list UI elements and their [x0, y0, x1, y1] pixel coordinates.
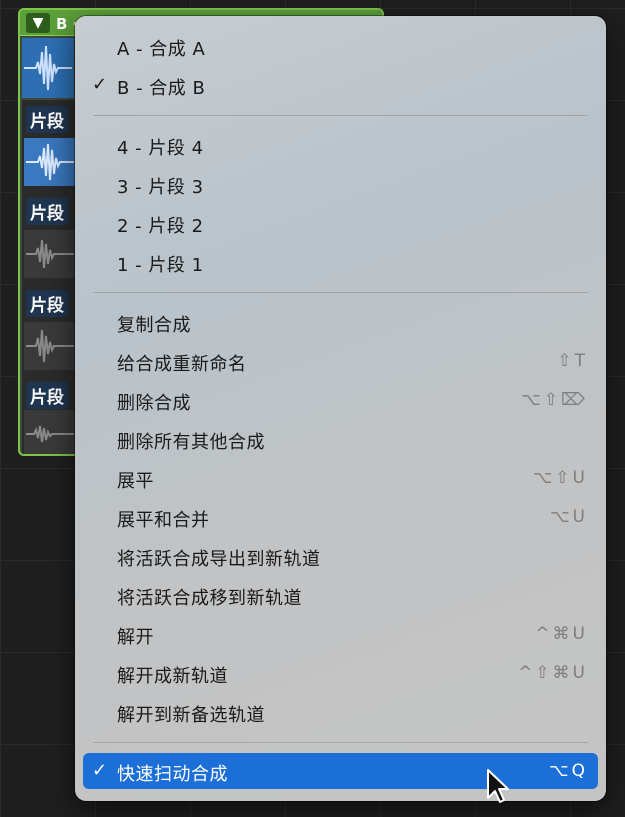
menu-item-label: 1 - 片段 1: [117, 255, 204, 276]
menu-item-unpack-new-tracks[interactable]: 解开成新轨道 ^⇧⌘U: [83, 655, 598, 691]
menu-item-label: 给合成重新命名: [117, 354, 247, 375]
menu-shortcut: ^⇧⌘U: [518, 663, 588, 683]
waveform-icon: [26, 329, 74, 363]
menu-item-duplicate-comp[interactable]: 复制合成: [83, 304, 598, 340]
menu-item-quick-swipe-comping[interactable]: ✓ 快速扫动合成 ⌥Q: [83, 753, 598, 789]
menu-shortcut: ⌥U: [549, 507, 588, 527]
menu-separator: [93, 292, 588, 293]
menu-item-label: 复制合成: [117, 315, 191, 336]
waveform-icon: [26, 425, 74, 443]
collapse-triangle-icon[interactable]: ▼: [26, 13, 50, 33]
take-waveform: [24, 410, 76, 454]
take-waveform: [24, 230, 76, 278]
menu-item-label: 快速扫动合成: [117, 764, 228, 785]
waveform-icon: [26, 143, 74, 181]
menu-item-take-2[interactable]: 2 - 片段 2: [83, 205, 598, 241]
menu-item-label: 解开: [117, 627, 154, 648]
menu-item-unpack[interactable]: 解开 ^⌘U: [83, 616, 598, 652]
menu-item-label: B - 合成 B: [117, 78, 206, 99]
menu-shortcut: ^⌘U: [535, 624, 588, 644]
menu-item-delete-other-comps[interactable]: 删除所有其他合成: [83, 421, 598, 457]
menu-item-flatten[interactable]: 展平 ⌥⇧U: [83, 460, 598, 496]
menu-item-label: 删除合成: [117, 393, 191, 414]
menu-separator: [93, 115, 588, 116]
take-waveform: [24, 322, 76, 370]
menu-item-label: 解开成新轨道: [117, 666, 228, 687]
waveform-icon: [24, 45, 72, 91]
take-label: 片段: [26, 198, 68, 225]
checkmark-icon: ✓: [92, 760, 108, 781]
take-label: 片段: [26, 290, 68, 317]
waveform-icon: [26, 239, 74, 269]
menu-item-take-1[interactable]: 1 - 片段 1: [83, 244, 598, 280]
menu-item-label: 展平和合并: [117, 510, 210, 531]
menu-item-label: 4 - 片段 4: [117, 138, 204, 159]
menu-item-label: 解开到新备选轨道: [117, 705, 265, 726]
menu-item-take-4[interactable]: 4 - 片段 4: [83, 127, 598, 163]
menu-item-take-3[interactable]: 3 - 片段 3: [83, 166, 598, 202]
menu-separator: [93, 742, 588, 743]
menu-item-move-active-comp[interactable]: 将活跃合成移到新轨道: [83, 577, 598, 613]
menu-item-comp-a[interactable]: A - 合成 A: [83, 28, 598, 64]
take-label: 片段: [26, 106, 68, 133]
menu-shortcut: ⌥⇧⌦: [521, 390, 588, 410]
menu-shortcut: ⌥Q: [549, 761, 588, 781]
menu-item-label: 展平: [117, 471, 154, 492]
menu-shortcut: ⌥⇧U: [532, 468, 588, 488]
menu-item-label: A - 合成 A: [117, 39, 206, 60]
menu-item-export-active-comp[interactable]: 将活跃合成导出到新轨道: [83, 538, 598, 574]
menu-item-delete-comp[interactable]: 删除合成 ⌥⇧⌦: [83, 382, 598, 418]
menu-item-flatten-merge[interactable]: 展平和合并 ⌥U: [83, 499, 598, 535]
menu-shortcut: ⇧T: [557, 351, 588, 371]
take-waveform: [24, 138, 76, 186]
comp-waveform: [22, 38, 74, 98]
menu-item-label: 2 - 片段 2: [117, 216, 204, 237]
menu-item-rename-comp[interactable]: 给合成重新命名 ⇧T: [83, 343, 598, 379]
take-label: 片段: [26, 382, 68, 409]
checkmark-icon: ✓: [92, 74, 108, 95]
menu-item-label: 删除所有其他合成: [117, 432, 265, 453]
menu-item-unpack-alternative-tracks[interactable]: 解开到新备选轨道: [83, 694, 598, 730]
menu-item-label: 3 - 片段 3: [117, 177, 204, 198]
menu-item-label: 将活跃合成导出到新轨道: [117, 549, 321, 570]
comp-context-menu: A - 合成 A ✓ B - 合成 B 4 - 片段 4 3 - 片段 3 2 …: [75, 16, 606, 801]
mouse-pointer-icon: [487, 769, 509, 803]
menu-item-comp-b[interactable]: ✓ B - 合成 B: [83, 67, 598, 103]
menu-item-label: 将活跃合成移到新轨道: [117, 588, 302, 609]
